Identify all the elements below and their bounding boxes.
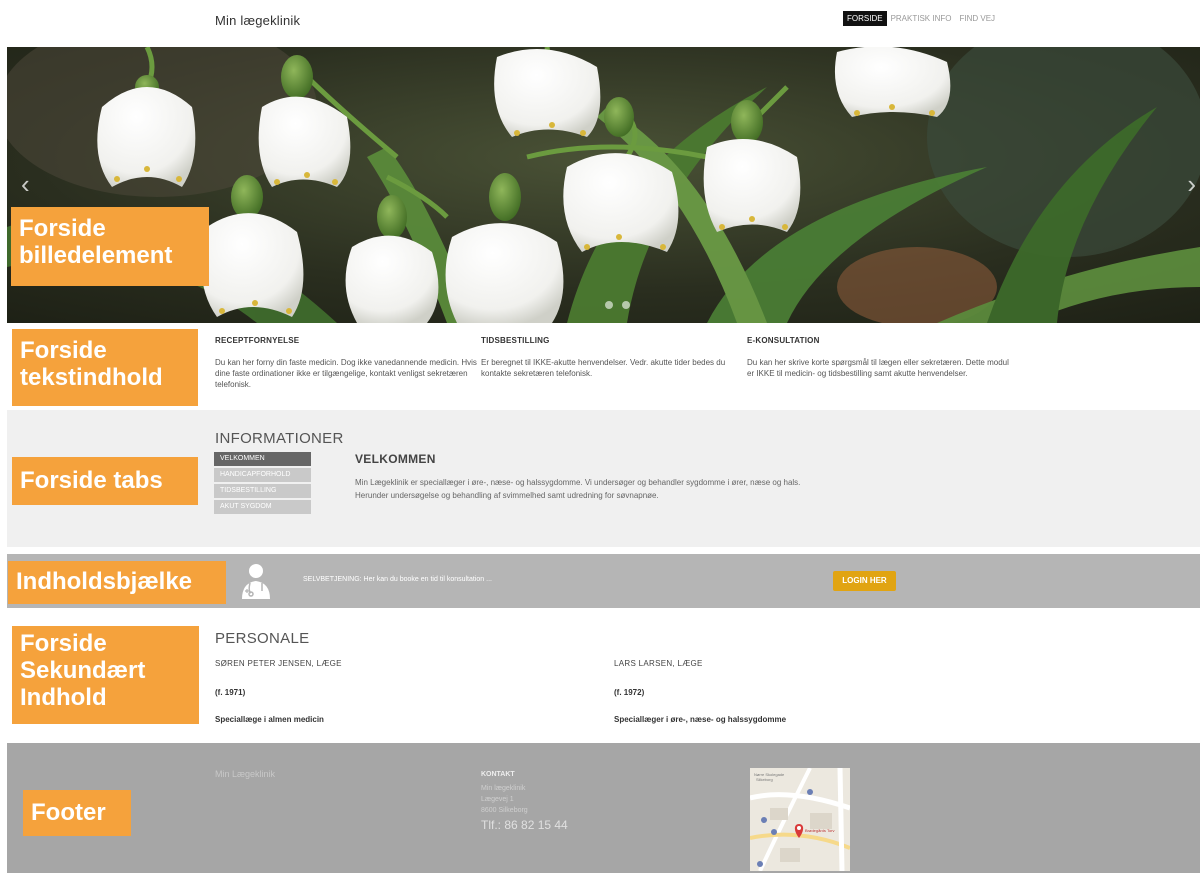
doctor-icon — [242, 564, 270, 599]
contact-heading: KONTAKT — [481, 771, 515, 778]
nav-item-forside[interactable]: FORSIDE — [843, 11, 887, 26]
annotation-line: Forside — [20, 337, 107, 364]
map-label: Silkeborg — [756, 777, 773, 782]
staff-name: LARS LARSEN, LÆGE — [614, 659, 703, 668]
tab-list: VELKOMMEN HANDICAPFORHOLD TIDSBESTILLING… — [214, 452, 311, 516]
annotation-line: Indholdsbjælke — [16, 568, 193, 595]
staff-specialty: Speciallæger i øre-, næse- og halssygdom… — [614, 715, 787, 724]
footer: Min Lægeklinik KONTAKT Min lægeklinik Læ… — [7, 743, 1200, 873]
staff-birth-year: (f. 1972) — [614, 688, 645, 697]
annotation-text: Forside tekstindhold — [12, 329, 198, 406]
tab-content-title: VELKOMMEN — [355, 452, 436, 466]
footer-brand: Min Lægeklinik — [215, 769, 276, 779]
tab-velkommen[interactable]: VELKOMMEN — [214, 452, 311, 466]
nav-item-find-vej[interactable]: FIND VEJ — [955, 11, 999, 26]
column-text: Er beregnet til IKKE-akutte henvendelser… — [481, 358, 726, 378]
map-label: Brødegårds Torv — [805, 828, 835, 833]
tab-akut-sygdom[interactable]: AKUT SYGDOM — [214, 500, 311, 514]
column-heading[interactable]: TIDSBESTILLING — [481, 335, 743, 346]
annotation-line: Sekundært — [20, 657, 146, 684]
phone-number[interactable]: Tlf.: 86 82 15 44 — [481, 819, 568, 831]
section-title: INFORMATIONER — [215, 430, 344, 447]
staff-name: SØREN PETER JENSEN, LÆGE — [215, 659, 342, 668]
annotation-line: billedelement — [19, 242, 173, 269]
annotation-tabs: Forside tabs — [12, 457, 198, 505]
carousel-dot[interactable] — [622, 301, 630, 309]
top-header: Min lægeklinik FORSIDE PRAKTISK INFO FIN… — [0, 0, 1200, 46]
nav-item-praktisk-info[interactable]: PRAKTISK INFO — [887, 11, 956, 26]
tab-tidsbestilling[interactable]: TIDSBESTILLING — [214, 484, 311, 498]
carousel-dot[interactable] — [605, 301, 613, 309]
annotation-line: Indhold — [20, 684, 107, 711]
site-title[interactable]: Min lægeklinik — [215, 13, 300, 28]
annotation-footer: Footer — [23, 790, 131, 836]
staff-birth-year: (f. 1971) — [215, 688, 246, 697]
staff-specialty: Speciallæge i almen medicin — [215, 715, 324, 724]
column-heading[interactable]: RECEPTFORNYELSE — [215, 335, 477, 346]
annotation-bar: Indholdsbjælke — [8, 561, 226, 604]
column-e-konsultation[interactable]: E-KONSULTATION Du kan her skrive korte s… — [747, 335, 1009, 379]
column-heading[interactable]: E-KONSULTATION — [747, 335, 1009, 346]
address-line: Lægevej 1 — [481, 796, 514, 803]
column-receptfornyelse[interactable]: RECEPTFORNYELSE Du kan her forny din fas… — [215, 335, 477, 390]
chevron-left-icon[interactable]: ‹ — [21, 171, 30, 197]
column-text: Du kan her forny din faste medicin. Dog … — [215, 358, 477, 389]
tab-content-line: Herunder undersøgelse og behandling af s… — [355, 491, 659, 500]
annotation-line: Footer — [31, 799, 106, 826]
login-button[interactable]: LOGIN HER — [833, 571, 896, 591]
column-text: Du kan her skrive korte spørgsmål til læ… — [747, 358, 1009, 378]
address-line: 8600 Silkeborg — [481, 807, 528, 814]
staff-member: LARS LARSEN, LÆGE (f. 1972) Speciallæger… — [614, 659, 994, 724]
tab-handicapforhold[interactable]: HANDICAPFORHOLD — [214, 468, 311, 482]
column-tidsbestilling[interactable]: TIDSBESTILLING Er beregnet til IKKE-akut… — [481, 335, 743, 379]
section-title: PERSONALE — [215, 630, 310, 647]
map-graphic: Nørre Skolegade Silkeborg Brødegårds Tor… — [750, 768, 850, 871]
annotation-line: tekstindhold — [20, 364, 163, 391]
chevron-right-icon[interactable]: › — [1187, 171, 1196, 197]
self-service-text: SELVBETJENING: Her kan du booke en tid t… — [303, 576, 492, 583]
address-line: Min lægeklinik — [481, 785, 526, 792]
footer-contact: KONTAKT Min lægeklinik Lægevej 1 8600 Si… — [481, 769, 568, 831]
location-map[interactable]: Nørre Skolegade Silkeborg Brødegårds Tor… — [750, 768, 850, 871]
annotation-line: Forside tabs — [20, 467, 163, 494]
tab-content-line: Min Lægeklinik er speciallæger i øre-, n… — [355, 478, 801, 487]
staff-member: SØREN PETER JENSEN, LÆGE (f. 1971) Speci… — [215, 659, 595, 724]
carousel-indicators — [605, 301, 630, 309]
main-nav: FORSIDE PRAKTISK INFO FIND VEJ — [843, 11, 999, 26]
annotation-secondary: Forside Sekundært Indhold — [12, 626, 199, 724]
annotation-line: Forside — [19, 215, 106, 242]
annotation-line: Forside — [20, 630, 107, 657]
annotation-hero: Forside billedelement — [11, 207, 209, 286]
tab-content-text: Min Lægeklinik er speciallæger i øre-, n… — [355, 476, 875, 502]
